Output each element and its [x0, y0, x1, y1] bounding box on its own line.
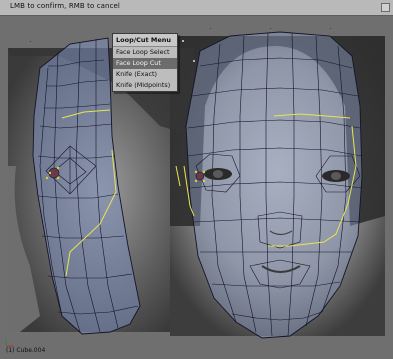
window-corner-icon[interactable]: [381, 3, 390, 12]
menu-item-face-loop-select[interactable]: Face Loop Select: [113, 47, 177, 58]
menu-title: Loop/Cut Menu: [113, 34, 177, 47]
header-bar: LMB to confirm, RMB to cancel: [0, 0, 393, 16]
loop-cut-menu: Loop/Cut Menu Face Loop Select Face Loop…: [112, 33, 178, 92]
menu-item-face-loop-cut[interactable]: Face Loop Cut: [113, 58, 177, 69]
menu-item-knife-midpoints[interactable]: Knife (Midpoints): [113, 80, 177, 91]
menu-item-knife-exact[interactable]: Knife (Exact): [113, 69, 177, 80]
reference-image-and-mesh: [5, 28, 385, 347]
3d-viewport[interactable]: Loop/Cut Menu Face Loop Select Face Loop…: [0, 16, 393, 359]
instruction-hint: LMB to confirm, RMB to cancel: [10, 2, 120, 10]
object-name-label: (1) Cube.004: [6, 347, 46, 354]
